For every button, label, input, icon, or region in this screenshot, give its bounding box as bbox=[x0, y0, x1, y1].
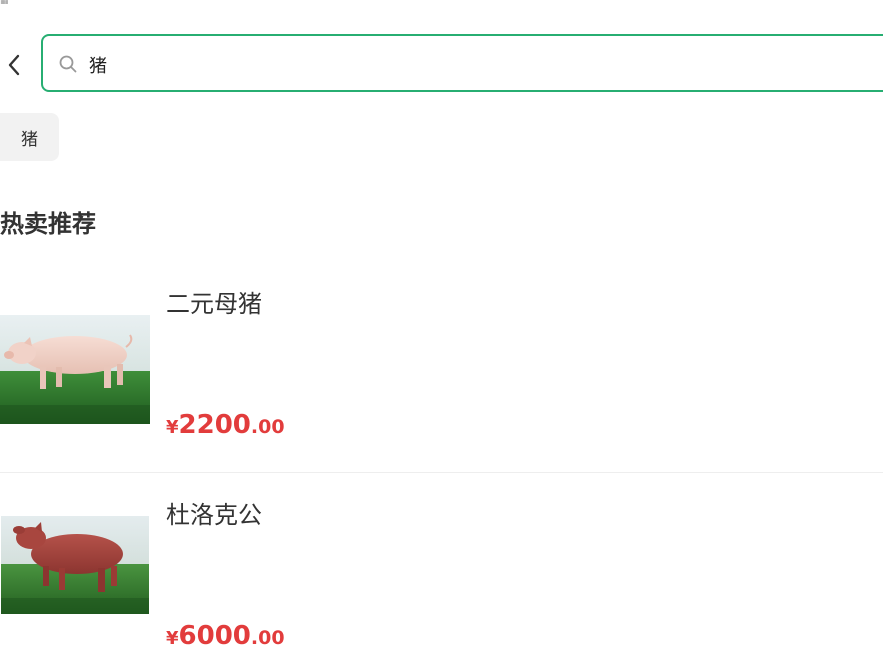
white-pig-image bbox=[0, 315, 150, 424]
price-currency: ¥ bbox=[166, 628, 179, 647]
status-glyph-icon: ▦ bbox=[0, 0, 9, 6]
product-item[interactable]: 二元母猪 ¥2200.00 bbox=[0, 270, 883, 473]
price-integer: 6000 bbox=[178, 621, 251, 647]
price-decimal: .00 bbox=[250, 416, 285, 438]
product-image bbox=[1, 516, 149, 614]
history-chip[interactable]: 猪 bbox=[0, 113, 59, 161]
section-title: 热卖推荐 bbox=[0, 210, 96, 238]
back-button[interactable] bbox=[0, 50, 28, 80]
product-price: ¥6000.00 bbox=[166, 621, 285, 647]
search-input[interactable] bbox=[87, 46, 871, 84]
search-page: ▦ 猪 热卖推荐 bbox=[0, 0, 883, 647]
product-name: 二元母猪 bbox=[166, 290, 262, 318]
chevron-left-icon bbox=[8, 54, 20, 76]
price-decimal: .00 bbox=[250, 627, 285, 647]
product-item[interactable]: 杜洛克公 ¥6000.00 bbox=[0, 473, 883, 647]
search-icon bbox=[58, 54, 78, 74]
price-currency: ¥ bbox=[166, 417, 179, 438]
product-name: 杜洛克公 bbox=[166, 501, 262, 529]
search-box[interactable] bbox=[41, 34, 883, 92]
product-price: ¥2200.00 bbox=[166, 410, 285, 443]
price-integer: 2200 bbox=[178, 410, 251, 440]
red-pig-image bbox=[1, 516, 149, 614]
product-image bbox=[0, 315, 150, 424]
